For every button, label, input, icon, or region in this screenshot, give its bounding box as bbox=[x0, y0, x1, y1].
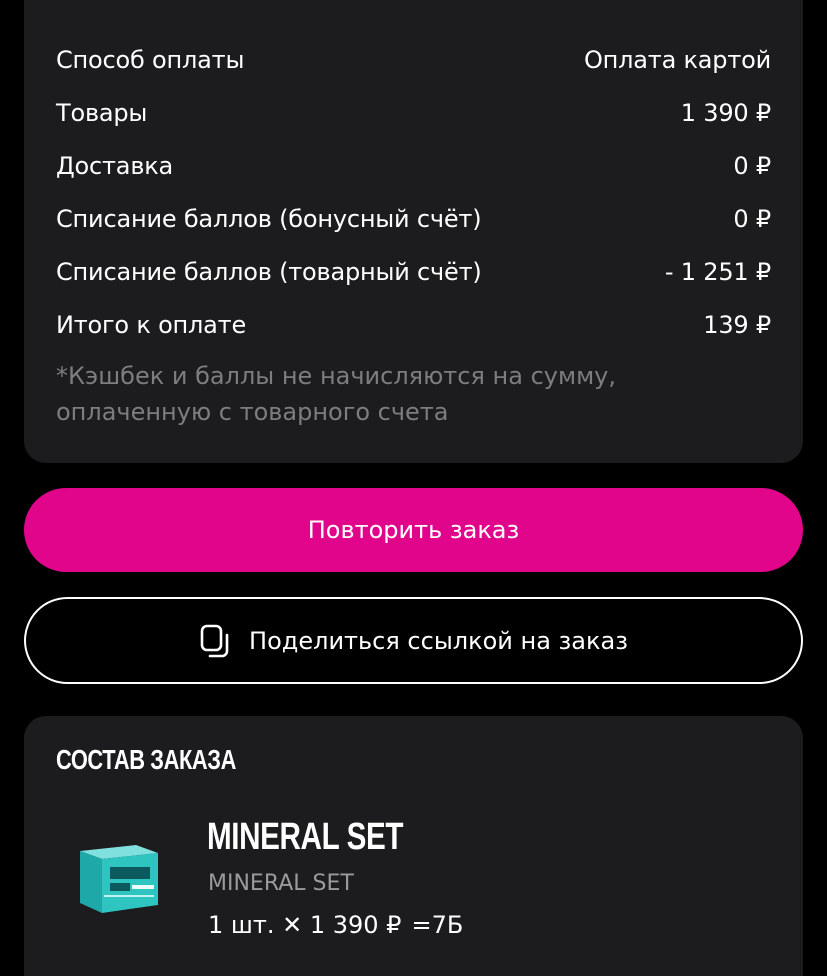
summary-value: Оплата картой bbox=[583, 46, 771, 74]
summary-label: Способ оплаты bbox=[56, 46, 245, 74]
summary-label: Доставка bbox=[56, 152, 174, 180]
product-subtitle: MINERAL SET bbox=[208, 871, 354, 896]
summary-label: Списание баллов (товарный счёт) bbox=[56, 258, 482, 286]
copy-icon bbox=[199, 623, 231, 659]
summary-value: 1 390 ₽ bbox=[680, 99, 771, 127]
order-section-title: СОСТАВ ЗАКАЗА bbox=[56, 744, 236, 775]
summary-value: 0 ₽ bbox=[733, 152, 771, 180]
product-name[interactable]: MINERAL SET bbox=[207, 816, 403, 859]
summary-row-delivery: Доставка 0 ₽ bbox=[56, 149, 771, 183]
repeat-order-label: Повторить заказ bbox=[307, 516, 520, 544]
summary-row-total: Итого к оплате 139 ₽ bbox=[56, 308, 771, 342]
product-quantity-price: 1 шт. ✕ 1 390 ₽ =7Б bbox=[208, 911, 463, 939]
summary-row-goods-points: Списание баллов (товарный счёт) - 1 251 … bbox=[56, 255, 771, 289]
share-order-link-label: Поделиться ссылкой на заказ bbox=[249, 626, 628, 655]
repeat-order-button[interactable]: Повторить заказ bbox=[24, 488, 803, 572]
summary-label: Товары bbox=[56, 99, 148, 127]
summary-row-bonus-points: Списание баллов (бонусный счёт) 0 ₽ bbox=[56, 202, 771, 236]
summary-value: - 1 251 ₽ bbox=[664, 258, 771, 286]
summary-label: Итого к оплате bbox=[56, 311, 247, 339]
summary-row-payment-method: Способ оплаты Оплата картой bbox=[56, 43, 771, 77]
product-qty-text: 1 шт. ✕ 1 390 ₽ bbox=[208, 911, 402, 939]
product-box-image[interactable] bbox=[76, 843, 160, 915]
order-composition-card: СОСТАВ ЗАКАЗА MINERAL SET MINERAL SET 1 … bbox=[24, 716, 803, 976]
share-order-link-button[interactable]: Поделиться ссылкой на заказ bbox=[24, 597, 803, 684]
payment-summary-card: Способ оплаты Оплата картой Товары 1 390… bbox=[24, 0, 803, 463]
product-points: =7Б bbox=[411, 911, 464, 939]
summary-label: Списание баллов (бонусный счёт) bbox=[56, 205, 482, 233]
summary-value: 0 ₽ bbox=[733, 205, 771, 233]
summary-row-goods: Товары 1 390 ₽ bbox=[56, 96, 771, 130]
cashback-note: *Кэшбек и баллы не начисляются на сумму,… bbox=[56, 362, 617, 426]
summary-value: 139 ₽ bbox=[703, 311, 771, 339]
